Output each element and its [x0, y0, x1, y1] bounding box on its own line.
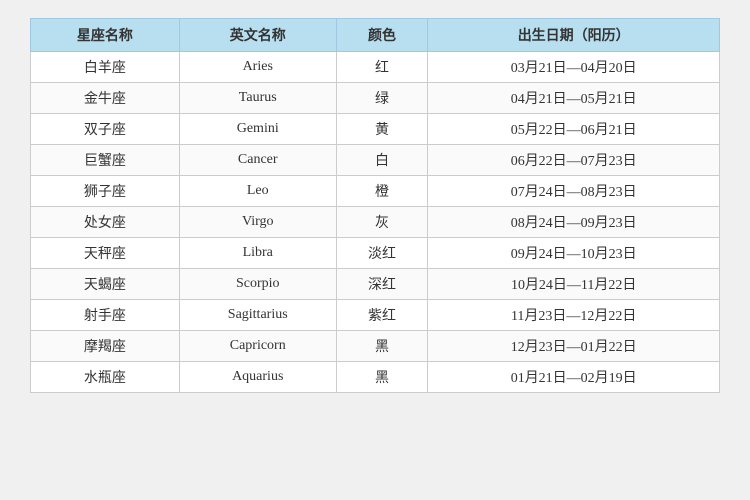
cell-color: 红: [336, 52, 428, 83]
cell-english-name: Cancer: [179, 145, 336, 176]
table-row: 天秤座Libra淡红09月24日—10月23日: [31, 238, 720, 269]
cell-english-name: Aries: [179, 52, 336, 83]
zodiac-table: 星座名称 英文名称 颜色 出生日期（阳历） 白羊座Aries红03月21日—04…: [30, 18, 720, 393]
header-chinese-name: 星座名称: [31, 19, 180, 52]
cell-chinese-name: 摩羯座: [31, 331, 180, 362]
cell-color: 紫红: [336, 300, 428, 331]
cell-date: 06月22日—07月23日: [428, 145, 720, 176]
cell-date: 09月24日—10月23日: [428, 238, 720, 269]
table-row: 巨蟹座Cancer白06月22日—07月23日: [31, 145, 720, 176]
cell-english-name: Taurus: [179, 83, 336, 114]
table-row: 天蝎座Scorpio深红10月24日—11月22日: [31, 269, 720, 300]
table-container: 星座名称 英文名称 颜色 出生日期（阳历） 白羊座Aries红03月21日—04…: [30, 10, 720, 393]
cell-english-name: Scorpio: [179, 269, 336, 300]
cell-chinese-name: 处女座: [31, 207, 180, 238]
table-row: 处女座Virgo灰08月24日—09月23日: [31, 207, 720, 238]
cell-color: 白: [336, 145, 428, 176]
cell-chinese-name: 天秤座: [31, 238, 180, 269]
cell-english-name: Aquarius: [179, 362, 336, 393]
table-row: 射手座Sagittarius紫红11月23日—12月22日: [31, 300, 720, 331]
cell-date: 01月21日—02月19日: [428, 362, 720, 393]
cell-chinese-name: 射手座: [31, 300, 180, 331]
table-row: 白羊座Aries红03月21日—04月20日: [31, 52, 720, 83]
cell-english-name: Leo: [179, 176, 336, 207]
cell-chinese-name: 天蝎座: [31, 269, 180, 300]
cell-date: 11月23日—12月22日: [428, 300, 720, 331]
cell-date: 03月21日—04月20日: [428, 52, 720, 83]
table-row: 水瓶座Aquarius黑01月21日—02月19日: [31, 362, 720, 393]
cell-chinese-name: 金牛座: [31, 83, 180, 114]
table-row: 金牛座Taurus绿04月21日—05月21日: [31, 83, 720, 114]
header-date: 出生日期（阳历）: [428, 19, 720, 52]
cell-color: 灰: [336, 207, 428, 238]
table-header-row: 星座名称 英文名称 颜色 出生日期（阳历）: [31, 19, 720, 52]
cell-date: 07月24日—08月23日: [428, 176, 720, 207]
header-color: 颜色: [336, 19, 428, 52]
cell-color: 深红: [336, 269, 428, 300]
header-english-name: 英文名称: [179, 19, 336, 52]
cell-chinese-name: 白羊座: [31, 52, 180, 83]
cell-chinese-name: 狮子座: [31, 176, 180, 207]
cell-color: 淡红: [336, 238, 428, 269]
cell-date: 12月23日—01月22日: [428, 331, 720, 362]
cell-color: 黄: [336, 114, 428, 145]
cell-english-name: Virgo: [179, 207, 336, 238]
cell-english-name: Sagittarius: [179, 300, 336, 331]
cell-color: 绿: [336, 83, 428, 114]
cell-color: 橙: [336, 176, 428, 207]
cell-date: 08月24日—09月23日: [428, 207, 720, 238]
cell-chinese-name: 巨蟹座: [31, 145, 180, 176]
cell-color: 黑: [336, 331, 428, 362]
cell-english-name: Libra: [179, 238, 336, 269]
cell-color: 黑: [336, 362, 428, 393]
cell-english-name: Gemini: [179, 114, 336, 145]
table-row: 狮子座Leo橙07月24日—08月23日: [31, 176, 720, 207]
cell-date: 10月24日—11月22日: [428, 269, 720, 300]
cell-english-name: Capricorn: [179, 331, 336, 362]
cell-chinese-name: 双子座: [31, 114, 180, 145]
table-row: 双子座Gemini黄05月22日—06月21日: [31, 114, 720, 145]
cell-date: 04月21日—05月21日: [428, 83, 720, 114]
cell-date: 05月22日—06月21日: [428, 114, 720, 145]
table-row: 摩羯座Capricorn黑12月23日—01月22日: [31, 331, 720, 362]
cell-chinese-name: 水瓶座: [31, 362, 180, 393]
